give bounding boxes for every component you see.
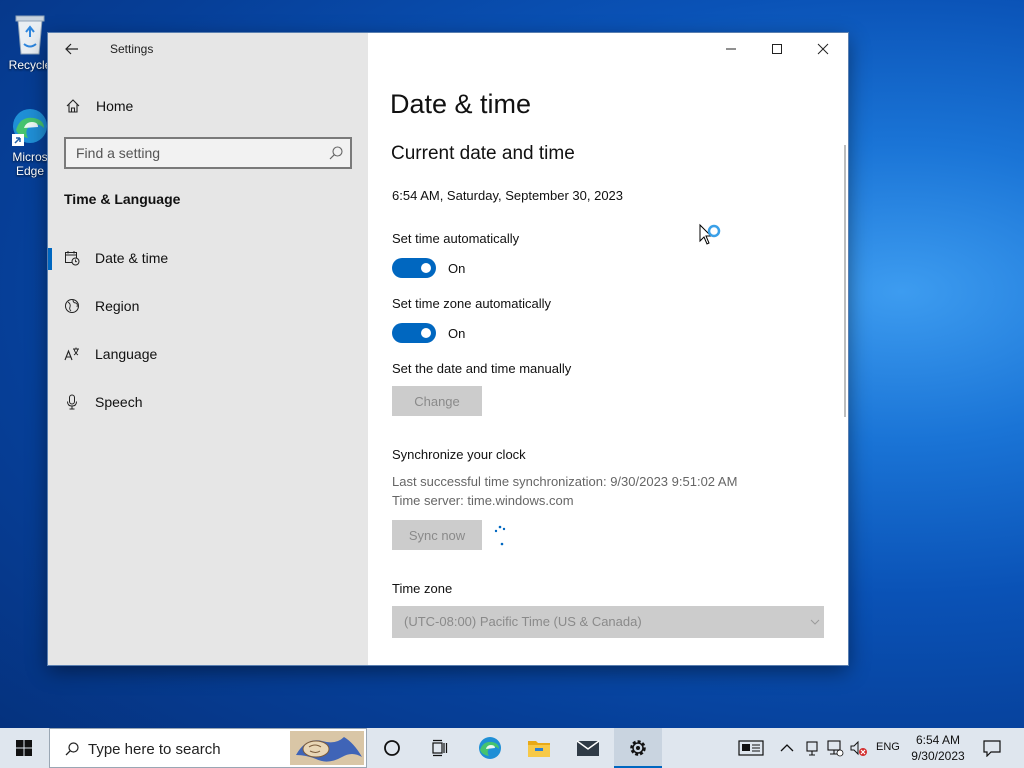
set-tz-auto-state: On <box>448 326 466 341</box>
volume-muted-icon[interactable] <box>850 739 868 757</box>
current-date-time-value: 6:54 AM, Saturday, September 30, 2023 <box>392 188 624 203</box>
taskbar-clock[interactable]: 6:54 AM 9/30/2023 <box>902 732 974 764</box>
file-explorer-button[interactable] <box>515 728 563 768</box>
set-time-auto-toggle[interactable] <box>392 258 436 278</box>
maximize-button[interactable] <box>754 33 800 65</box>
close-button[interactable] <box>800 33 846 65</box>
home-icon <box>66 99 80 113</box>
taskbar: Type here to search ENG 6:54 AM 9/30/202… <box>0 728 1024 768</box>
news-widget-icon[interactable] <box>738 739 764 757</box>
chevron-up-icon[interactable] <box>778 739 796 757</box>
cortana-button[interactable] <box>368 728 416 768</box>
time-server-text: Time server: time.windows.com <box>392 493 574 508</box>
settings-sidebar: Settings Home Time & Language Date & t <box>48 33 368 665</box>
back-arrow-icon <box>65 43 78 55</box>
gear-icon <box>630 740 646 756</box>
minimize-button[interactable] <box>708 33 754 65</box>
calendar-clock-icon <box>65 251 80 266</box>
sync-heading: Synchronize your clock <box>392 447 526 462</box>
globe-icon <box>65 299 79 313</box>
language-icon <box>64 347 79 361</box>
task-view-button[interactable] <box>416 728 464 768</box>
edge-icon <box>12 109 47 146</box>
nav-home[interactable]: Home <box>48 91 368 123</box>
clock-date: 9/30/2023 <box>911 749 965 763</box>
search-icon[interactable] <box>328 145 344 161</box>
last-sync-text: Last successful time synchronization: 9/… <box>392 474 738 489</box>
settings-window: Settings Home Time & Language Date & t <box>48 33 848 665</box>
recycle-bin-icon <box>15 15 45 55</box>
mail-icon <box>576 740 600 756</box>
chevron-down-icon <box>810 619 820 625</box>
nav-language-label: Language <box>95 346 158 362</box>
taskbar-edge-button[interactable] <box>466 728 514 768</box>
sync-now-button[interactable]: Sync now <box>392 520 482 550</box>
network-adapter-icon[interactable] <box>803 739 821 757</box>
section-title: Time & Language <box>64 191 181 207</box>
windows-logo-icon <box>16 740 32 756</box>
loading-spinner-icon <box>494 525 506 546</box>
current-date-time-heading: Current date and time <box>391 143 575 164</box>
nav-region-label: Region <box>95 298 140 314</box>
time-zone-label: Time zone <box>392 581 453 596</box>
search-icon <box>65 742 79 756</box>
set-tz-auto-toggle[interactable] <box>392 323 436 343</box>
nav-date-time-label: Date & time <box>95 250 169 266</box>
mail-button[interactable] <box>564 728 612 768</box>
back-button[interactable] <box>62 39 82 59</box>
nav-date-time[interactable]: Date & time <box>48 238 368 278</box>
find-setting-search <box>64 137 352 169</box>
start-button[interactable] <box>0 728 48 768</box>
minimize-icon <box>726 48 736 50</box>
network-icon[interactable] <box>826 739 844 757</box>
maximize-icon <box>772 44 782 54</box>
time-zone-value: (UTC-08:00) Pacific Time (US & Canada) <box>404 614 642 629</box>
task-view-icon <box>432 739 448 757</box>
find-setting-input[interactable] <box>66 139 326 167</box>
window-title: Settings <box>110 42 154 56</box>
edge-icon <box>479 737 501 759</box>
time-zone-dropdown[interactable]: (UTC-08:00) Pacific Time (US & Canada) <box>392 606 824 638</box>
close-icon <box>817 43 829 55</box>
settings-taskbar-button[interactable] <box>614 728 662 768</box>
set-time-auto-state: On <box>448 261 466 276</box>
page-title: Date & time <box>390 89 532 119</box>
microphone-icon <box>67 394 77 410</box>
title-bar[interactable]: Settings <box>48 33 368 65</box>
settings-content: Date & time Current date and time 6:54 A… <box>368 33 848 665</box>
nav-speech-label: Speech <box>95 394 143 410</box>
input-language-indicator[interactable]: ENG <box>876 741 900 753</box>
busy-cursor-icon <box>699 223 721 245</box>
nav-speech[interactable]: Speech <box>48 382 368 422</box>
taskbar-search-placeholder: Type here to search <box>88 741 221 758</box>
manual-date-time-label: Set the date and time manually <box>392 361 572 376</box>
change-button[interactable]: Change <box>392 386 482 416</box>
notifications-icon[interactable] <box>982 739 1002 757</box>
nav-region[interactable]: Region <box>48 286 368 326</box>
content-scrollbar[interactable] <box>844 145 846 417</box>
set-time-auto-label: Set time automatically <box>392 231 520 246</box>
folder-icon <box>528 741 550 757</box>
set-tz-auto-label: Set time zone automatically <box>392 296 551 311</box>
cortana-icon <box>384 740 400 756</box>
taskbar-search-box[interactable]: Type here to search <box>49 728 367 768</box>
search-highlight-art-icon <box>290 731 364 765</box>
nav-language[interactable]: Language <box>48 334 368 374</box>
clock-time: 6:54 AM <box>915 733 961 747</box>
home-label: Home <box>96 98 134 114</box>
